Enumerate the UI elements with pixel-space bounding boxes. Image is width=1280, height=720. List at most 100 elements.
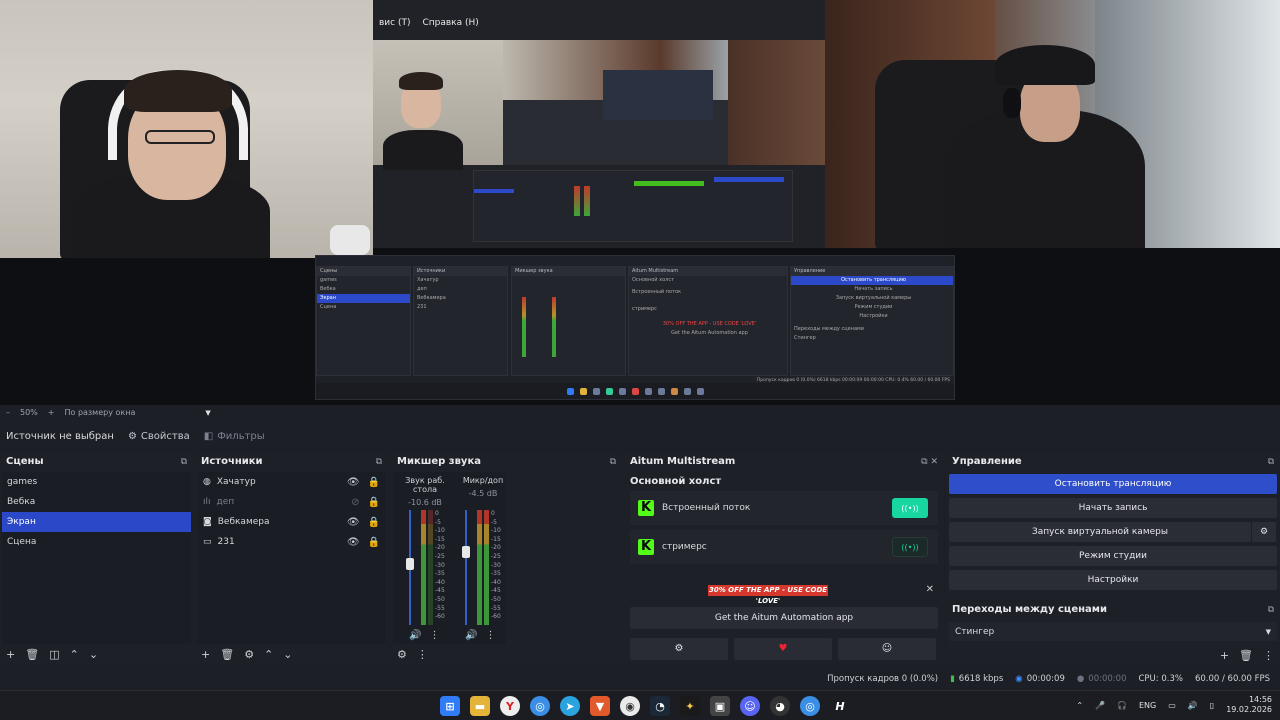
battery-icon[interactable]: ▯ [1210,701,1214,710]
undock-icon[interactable]: ⧉ [376,457,382,467]
scene-item-scena[interactable]: Сцена [2,532,191,552]
file-explorer-icon[interactable]: ▬ [470,696,490,716]
get-app-button[interactable]: Get the Aitum Automation app [630,607,938,629]
move-up-icon[interactable]: ⌃ [264,648,273,661]
add-scene-icon[interactable]: + [6,648,15,661]
lock-icon[interactable]: 🔒 [368,517,380,528]
kebab-menu-icon[interactable]: ⋮ [485,630,495,641]
properties-button[interactable]: ⚙ Свойства [128,431,190,442]
channel-name: Звук раб. стола [405,476,445,494]
gear-icon[interactable]: ⚙ [630,638,728,660]
remove-scene-icon[interactable]: 🗑 [25,648,39,661]
discord-icon[interactable]: ☺ [838,638,936,660]
source-label: Вебкамера [217,517,270,527]
eye-icon[interactable]: 👁 [347,477,360,488]
filters-icon[interactable]: ◫ [49,648,59,661]
discord-icon[interactable]: ☺ [740,696,760,716]
gear-icon[interactable]: ⚙ [1252,522,1276,542]
mixer-body: Звук раб. стола -10.6 dB 0 -5 -10 -15 -20 -25… [393,472,506,644]
window-icon[interactable]: ▣ [710,696,730,716]
heart-icon[interactable]: ♥ [734,638,832,660]
lock-icon[interactable]: 🔒 [368,477,380,488]
remove-source-icon[interactable]: 🗑 [220,648,234,661]
scene-item-games[interactable]: games [2,472,191,492]
kebab-menu-icon[interactable]: ⋮ [429,630,439,641]
camera-icon: ◙ [203,517,212,527]
stop-stream-button[interactable]: Остановить трансляцию [949,474,1277,494]
studio-mode-button[interactable]: Режим студии [949,546,1277,566]
scene-item-ekran[interactable]: Экран [2,512,191,532]
add-source-icon[interactable]: + [201,648,210,661]
eye-icon[interactable]: 👁 [347,517,360,528]
app-icon[interactable]: ✦ [680,696,700,716]
add-transition-icon[interactable]: + [1220,649,1229,662]
speaker-icon[interactable]: 🔊 [409,630,421,641]
kebab-menu-icon[interactable]: ⋮ [1263,649,1274,662]
level-meter [428,510,433,625]
obs-icon[interactable]: ◕ [770,696,790,716]
undock-icon[interactable]: ⧉ [1268,457,1274,467]
chrome-icon[interactable]: ◎ [530,696,550,716]
nested-webcam [373,40,503,170]
language-indicator[interactable]: ENG [1139,701,1156,710]
fader-knob[interactable] [462,546,470,558]
zoom-fit-select[interactable]: По размеру окна [64,408,135,417]
channel-db: -4.5 dB [468,489,498,498]
scenes-toolbar: + 🗑 ◫ ⌃ ⌄ [0,644,193,664]
kebab-menu-icon[interactable]: ⋮ [417,648,428,661]
eye-icon[interactable]: 👁 [347,537,360,548]
lock-icon[interactable]: 🔒 [368,497,380,508]
network-icon[interactable]: ▭ [1168,701,1176,710]
mini-aitum-dock: Aitum Multistream Основной холст Встроен… [628,266,788,376]
chrome-icon[interactable]: ◉ [620,696,640,716]
start-record-button[interactable]: Начать запись [949,498,1277,518]
control-dock: Управление ⧉ Остановить трансляцию Начат… [946,453,1280,599]
program-preview[interactable]: вис (T) Справка (H) Сцены games Вебка Эк… [0,0,1280,405]
fader-knob[interactable] [406,558,414,570]
chevron-up-icon[interactable]: ⌃ [1076,701,1083,710]
undock-icon[interactable]: ⧉ [181,457,187,467]
undock-icon[interactable]: ⧉ [1268,605,1274,615]
chrome-icon[interactable]: ◎ [800,696,820,716]
transition-select[interactable]: Стингер ▼ [949,622,1277,641]
stream-toggle-button[interactable]: ((•)) [892,498,928,518]
settings-button[interactable]: Настройки [949,570,1277,590]
chevron-down-icon[interactable]: ▼ [205,409,210,417]
undock-icon[interactable]: ⧉ [610,457,616,467]
promo-banner[interactable]: 30% OFF THE APP - USE CODE 'LOVE' [708,585,828,605]
clock[interactable]: 14:56 19.02.2026 [1226,695,1272,715]
move-down-icon[interactable]: ⌄ [89,648,98,661]
virtual-camera-button[interactable]: Запуск виртуальной камеры [949,522,1251,542]
volume-icon[interactable]: 🔊 [1188,701,1198,710]
headset-icon[interactable]: 🎧 [1117,701,1127,710]
speaker-icon[interactable]: 🔊 [465,630,477,641]
move-up-icon[interactable]: ⌃ [70,648,79,661]
microphone-icon[interactable]: 🎤 [1095,701,1105,710]
brave-icon[interactable]: ▼ [590,696,610,716]
scene-item-vebka[interactable]: Вебка [2,492,191,512]
kick-icon: K [638,539,654,555]
volume-fader[interactable] [465,510,467,625]
source-item[interactable]: ◍ Хачатур 👁 🔒 [197,472,386,492]
stream-toggle-button[interactable]: ((•)) [892,537,928,557]
dock-controls[interactable]: ⧉ ✕ [921,457,938,467]
windows-start-icon[interactable]: ⊞ [440,696,460,716]
filters-button[interactable]: ◧ Фильтры [204,431,265,442]
steam-icon[interactable]: ◔ [650,696,670,716]
source-item[interactable]: ▭ 231 👁 🔒 [197,532,386,552]
close-icon[interactable]: ✕ [926,584,934,595]
remove-transition-icon[interactable]: 🗑 [1239,649,1253,662]
move-down-icon[interactable]: ⌄ [283,648,292,661]
level-meter [484,510,489,625]
source-item[interactable]: ılı деп ⊘ 🔒 [197,492,386,512]
h-app-icon[interactable]: H [830,696,850,716]
zoom-in-button[interactable]: + [48,408,55,417]
eye-off-icon[interactable]: ⊘ [351,497,359,508]
source-item[interactable]: ◙ Вебкамера 👁 🔒 [197,512,386,532]
zoom-out-button[interactable]: – [6,408,10,417]
yandex-browser-icon[interactable]: Y [500,696,520,716]
lock-icon[interactable]: 🔒 [368,537,380,548]
mixer-settings-icon[interactable]: ⚙ [397,648,407,661]
telegram-icon[interactable]: ➤ [560,696,580,716]
gear-icon[interactable]: ⚙ [244,648,254,661]
